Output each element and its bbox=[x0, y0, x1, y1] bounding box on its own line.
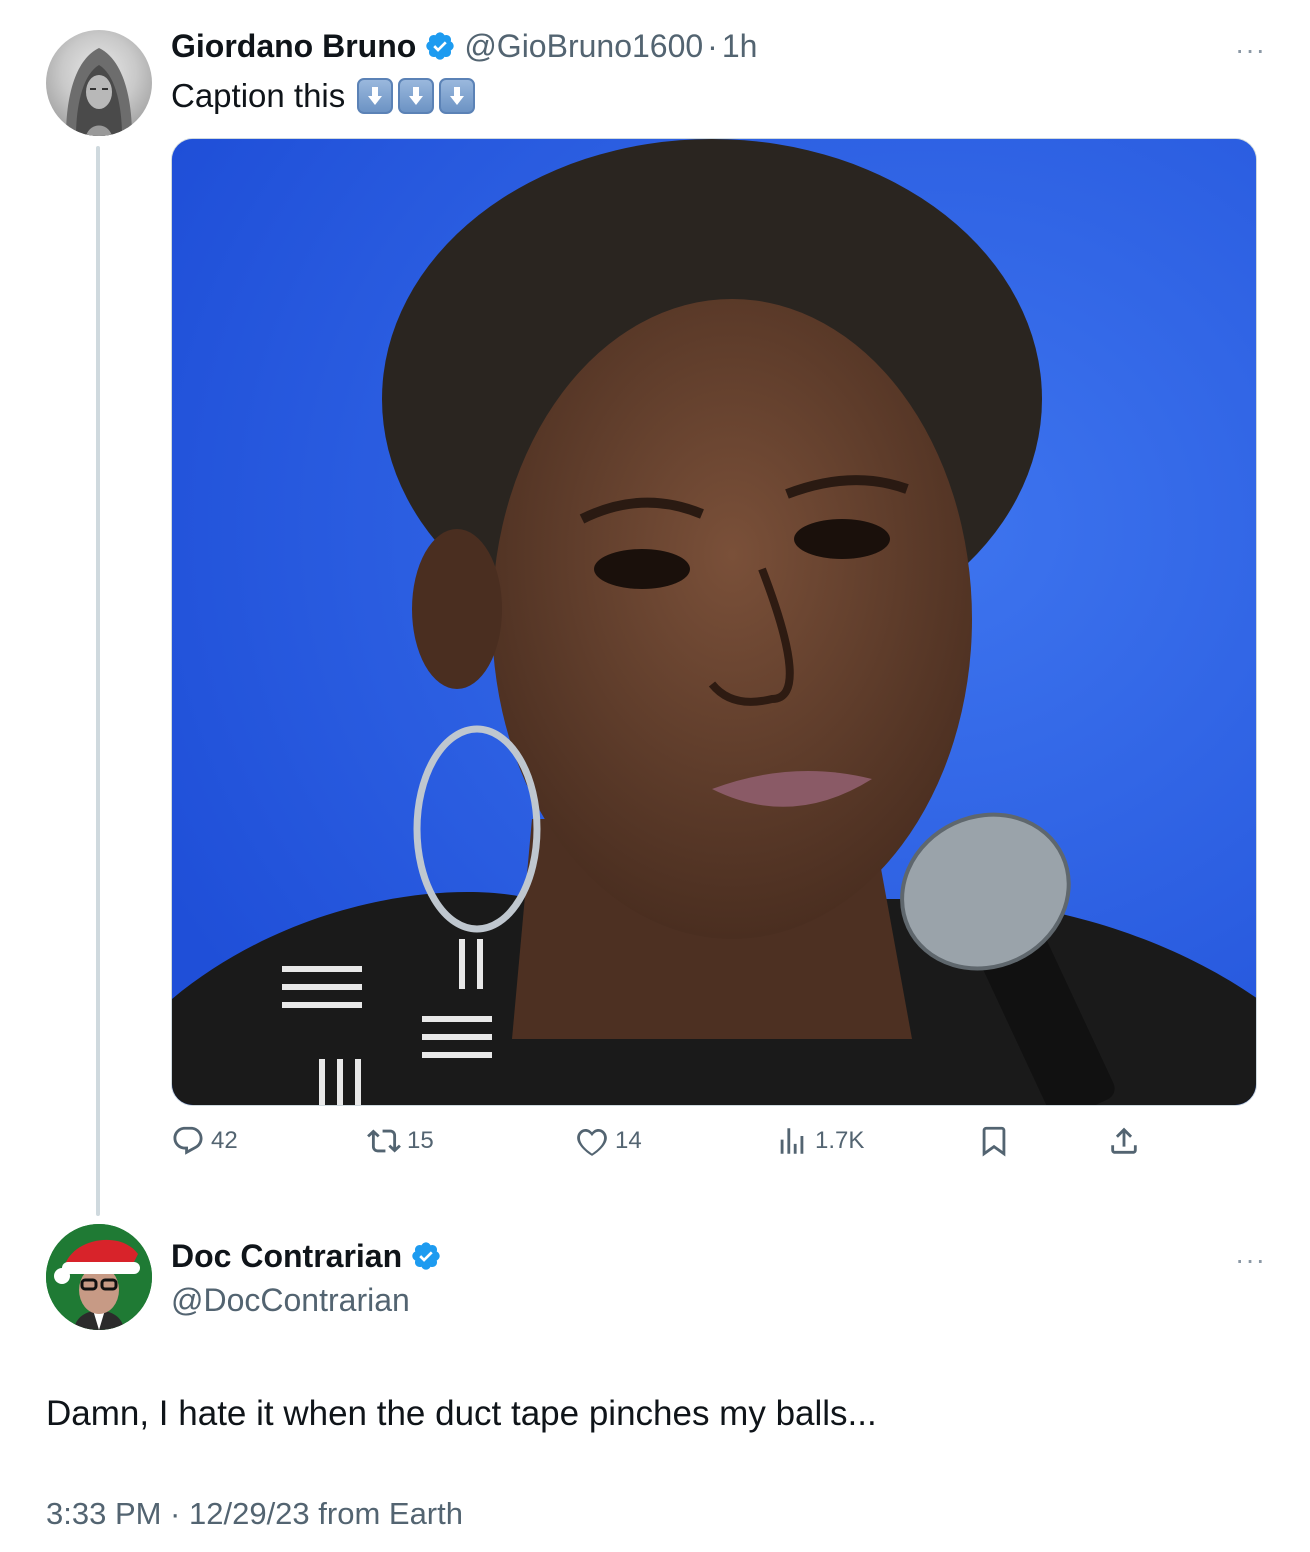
tweet-detail-view: Giordano Bruno @GioBruno1600 · 1h ··· Ca… bbox=[0, 0, 1310, 1552]
bookmark-button[interactable] bbox=[977, 1124, 1017, 1158]
repost-arrows-icon bbox=[367, 1129, 401, 1153]
avatar-doc-contrarian[interactable] bbox=[46, 1224, 152, 1330]
views-button[interactable]: 1.7K bbox=[775, 1124, 864, 1158]
down-arrow-emoji-icon bbox=[439, 78, 476, 114]
tweet-time-ago[interactable]: 1h bbox=[722, 28, 758, 65]
reply-tweet-header: Doc Contrarian bbox=[171, 1236, 442, 1276]
more-options-icon[interactable]: ··· bbox=[1235, 36, 1266, 64]
author-handle[interactable]: @GioBruno1600 bbox=[464, 28, 703, 65]
meta-separator: · bbox=[707, 27, 718, 64]
repost-button[interactable]: 15 bbox=[367, 1124, 434, 1158]
heart-icon bbox=[577, 1128, 607, 1156]
reply-timestamp[interactable]: 3:33 PM · 12/29/23 from Earth bbox=[46, 1496, 463, 1532]
tweet-photo[interactable] bbox=[171, 138, 1257, 1106]
reply-tweet-body: Damn, I hate it when the duct tape pinch… bbox=[46, 1394, 877, 1433]
down-arrow-emoji-icon bbox=[357, 78, 394, 114]
avatar-giordano-bruno[interactable] bbox=[46, 30, 152, 136]
share-button[interactable] bbox=[1107, 1124, 1147, 1158]
reply-button[interactable]: 42 bbox=[171, 1124, 238, 1158]
speech-bubble-icon bbox=[173, 1126, 203, 1155]
verified-badge-icon bbox=[426, 32, 454, 60]
share-upload-icon bbox=[1111, 1127, 1137, 1154]
thread-connector-line bbox=[96, 146, 100, 1216]
verified-badge-icon bbox=[412, 1242, 440, 1270]
like-button[interactable]: 14 bbox=[575, 1124, 642, 1158]
parent-tweet-header: Giordano Bruno @GioBruno1600 · 1h bbox=[171, 26, 757, 66]
reply-more-options-icon[interactable]: ··· bbox=[1235, 1246, 1266, 1274]
reply-author-handle[interactable]: @DocContrarian bbox=[171, 1282, 410, 1319]
parent-tweet-text: Caption this bbox=[171, 76, 476, 116]
bookmark-icon bbox=[982, 1126, 1006, 1157]
reply-count: 42 bbox=[211, 1127, 238, 1154]
view-count: 1.7K bbox=[815, 1127, 865, 1154]
down-arrow-emoji-icon bbox=[398, 78, 435, 114]
tweet-body: Caption this bbox=[171, 77, 346, 114]
photo-illustration bbox=[172, 139, 1256, 1105]
repost-count: 15 bbox=[407, 1127, 434, 1154]
bar-chart-icon bbox=[780, 1128, 804, 1154]
tweet-action-bar: 42 15 14 1.7K bbox=[171, 1124, 1151, 1164]
author-name[interactable]: Giordano Bruno bbox=[171, 28, 416, 65]
reply-author-name[interactable]: Doc Contrarian bbox=[171, 1238, 402, 1275]
like-count: 14 bbox=[615, 1127, 642, 1154]
reply-handle-row: @DocContrarian bbox=[171, 1280, 410, 1320]
